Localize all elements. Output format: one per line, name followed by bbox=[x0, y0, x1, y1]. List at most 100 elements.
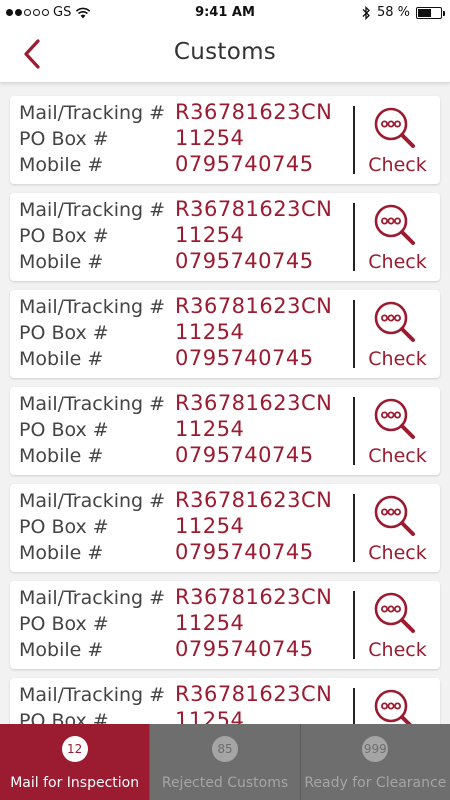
check-button[interactable]: Check bbox=[360, 154, 435, 176]
tracking-row: Mail/Tracking # R36781623CN bbox=[19, 391, 359, 419]
po-box-row: PO Box # 11254 bbox=[19, 126, 359, 154]
status-right: 58 % bbox=[361, 5, 445, 20]
check-button[interactable]: Check bbox=[360, 445, 435, 467]
mobile-value: 0795740745 bbox=[175, 540, 314, 564]
check-button[interactable]: Check bbox=[360, 251, 435, 273]
mobile-row: Mobile # 0795740745 bbox=[19, 346, 359, 374]
tracking-value: R36781623CN bbox=[175, 682, 333, 706]
tab-count-badge: 85 bbox=[211, 736, 238, 762]
mobile-row: Mobile # 0795740745 bbox=[19, 152, 359, 180]
mobile-value: 0795740745 bbox=[175, 249, 314, 273]
mobile-label: Mobile # bbox=[19, 639, 104, 661]
mobile-label: Mobile # bbox=[19, 251, 104, 273]
search-details-icon[interactable] bbox=[372, 493, 418, 539]
search-details-icon[interactable] bbox=[372, 396, 418, 442]
bluetooth-icon bbox=[362, 5, 370, 20]
po-box-row: PO Box # 11254 bbox=[19, 611, 359, 639]
po-box-label: PO Box # bbox=[19, 225, 109, 247]
list-item[interactable]: Mail/Tracking #R36781623CNPO Box #11254M… bbox=[10, 387, 440, 475]
mobile-label: Mobile # bbox=[19, 542, 104, 564]
tab-rejected-customs[interactable]: 85 Rejected Customs bbox=[149, 724, 299, 800]
list-item[interactable]: Mail/Tracking #R36781623CNPO Box #11254M… bbox=[10, 484, 440, 572]
tracking-label: Mail/Tracking # bbox=[19, 490, 166, 512]
battery-percent: 58 % bbox=[376, 5, 410, 20]
po-box-row: PO Box # 11254 bbox=[19, 417, 359, 445]
search-details-icon[interactable] bbox=[372, 590, 418, 636]
po-box-value: 11254 bbox=[175, 320, 245, 344]
search-details-icon[interactable] bbox=[372, 105, 418, 151]
tab-label: Ready for Clearance bbox=[304, 775, 447, 791]
mobile-row: Mobile # 0795740745 bbox=[19, 249, 359, 277]
check-button[interactable]: Check bbox=[360, 639, 435, 661]
po-box-row: PO Box # 11254 bbox=[19, 514, 359, 542]
po-box-value: 11254 bbox=[175, 223, 245, 247]
tracking-row: Mail/Tracking # R36781623CN bbox=[19, 488, 359, 516]
battery-icon bbox=[416, 6, 445, 19]
po-box-label: PO Box # bbox=[19, 322, 109, 344]
check-button[interactable]: Check bbox=[360, 348, 435, 370]
list-item[interactable]: Mail/Tracking #R36781623CNPO Box #11254M… bbox=[10, 96, 440, 184]
mobile-row: Mobile # 0795740745 bbox=[19, 637, 359, 665]
tracking-label: Mail/Tracking # bbox=[19, 587, 166, 609]
po-box-row: PO Box # 11254 bbox=[19, 223, 359, 251]
po-box-label: PO Box # bbox=[19, 419, 109, 441]
divider bbox=[353, 688, 355, 724]
tracking-value: R36781623CN bbox=[175, 391, 333, 415]
search-details-icon[interactable] bbox=[372, 202, 418, 248]
po-box-value: 11254 bbox=[175, 514, 245, 538]
divider bbox=[353, 300, 355, 368]
po-box-label: PO Box # bbox=[19, 613, 109, 635]
search-details-icon[interactable] bbox=[372, 299, 418, 345]
tracking-value: R36781623CN bbox=[175, 488, 333, 512]
mobile-value: 0795740745 bbox=[175, 637, 314, 661]
po-box-label: PO Box # bbox=[19, 710, 109, 724]
page-title: Customs bbox=[173, 39, 277, 65]
divider bbox=[353, 106, 355, 174]
divider bbox=[353, 397, 355, 465]
tab-count-badge: 12 bbox=[61, 736, 88, 762]
list-item[interactable]: Mail/Tracking #R36781623CNPO Box #11254M… bbox=[10, 193, 440, 281]
list-item[interactable]: Mail/Tracking # R36781623CN PO Box # 11254M… bbox=[10, 678, 440, 724]
tracking-row: Mail/Tracking # R36781623CN bbox=[19, 294, 359, 322]
tracking-label: Mail/Tracking # bbox=[19, 102, 166, 124]
po-box-label: PO Box # bbox=[19, 128, 109, 150]
tab-label: Rejected Customs bbox=[161, 775, 289, 791]
divider bbox=[353, 591, 355, 659]
po-box-row: PO Box # 11254 bbox=[19, 320, 359, 348]
po-box-value: 11254 bbox=[175, 611, 245, 635]
tracking-row: Mail/Tracking # R36781623CN bbox=[19, 585, 359, 613]
mail-list[interactable]: Mail/Tracking # R36781623CN PO Box #11254 M… bbox=[0, 84, 450, 724]
check-button[interactable]: Check bbox=[360, 542, 435, 564]
tracking-value: R36781623CN bbox=[175, 585, 333, 609]
tracking-value: R36781623CN bbox=[175, 197, 333, 221]
tab-count-badge: 999 bbox=[362, 736, 389, 762]
tracking-row: Mail/Tracking # R36781623CN bbox=[19, 100, 359, 128]
search-details-icon[interactable] bbox=[372, 687, 418, 724]
po-box-value: 11254 bbox=[175, 708, 245, 724]
mobile-row: Mobile # 0795740745 bbox=[19, 443, 359, 471]
tracking-label: Mail/Tracking # bbox=[19, 199, 166, 221]
tracking-row: Mail/Tracking # R36781623CN bbox=[19, 682, 359, 710]
mobile-label: Mobile # bbox=[19, 348, 104, 370]
tracking-label: Mail/Tracking # bbox=[19, 684, 166, 706]
divider bbox=[353, 203, 355, 271]
tracking-value: R36781623CN bbox=[175, 294, 333, 318]
mobile-value: 0795740745 bbox=[175, 443, 314, 467]
nav-bar: Customs bbox=[0, 26, 450, 83]
po-box-value: 11254 bbox=[175, 417, 245, 441]
mobile-row: Mobile # 0795740745 bbox=[19, 540, 359, 568]
mobile-label: Mobile # bbox=[19, 154, 104, 176]
po-box-label: PO Box # bbox=[19, 516, 109, 538]
mobile-label: Mobile # bbox=[19, 445, 104, 467]
tab-bar: 12 Mail for Inspection 85 Rejected Customs 9… bbox=[0, 724, 450, 800]
tracking-value: R36781623CN bbox=[175, 100, 333, 124]
mobile-value: 0795740745 bbox=[175, 346, 314, 370]
tracking-label: Mail/Tracking # bbox=[19, 393, 166, 415]
po-box-value: 11254 bbox=[175, 126, 245, 150]
list-item[interactable]: Mail/Tracking #R36781623CNPO Box #11254M… bbox=[10, 290, 440, 378]
battery-level bbox=[418, 8, 431, 17]
tab-mail-for-inspection[interactable]: 12 Mail for Inspection bbox=[0, 724, 150, 800]
tab-ready-for-clearance[interactable]: 999 Ready for Clearance bbox=[299, 724, 450, 800]
list-item[interactable]: Mail/Tracking #R36781623CNPO Box #11254M… bbox=[10, 581, 440, 669]
mobile-value: 0795740745 bbox=[175, 152, 314, 176]
